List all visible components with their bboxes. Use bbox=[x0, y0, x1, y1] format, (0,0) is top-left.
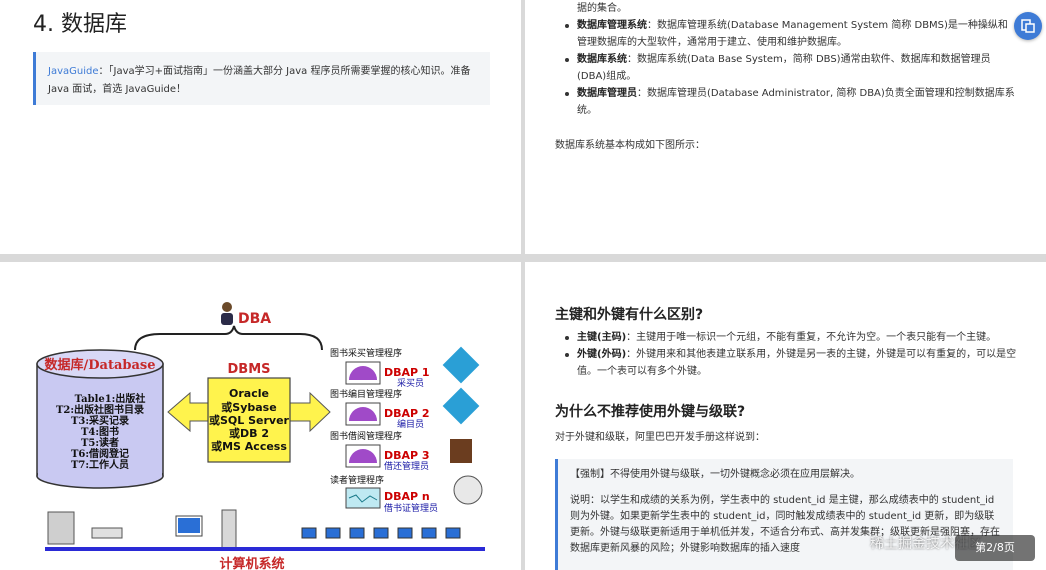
app-program: 图书借阅管理程序 bbox=[330, 430, 402, 442]
db-table: T4:图书 bbox=[81, 425, 119, 438]
librarian-icon bbox=[450, 439, 472, 463]
dbap-name: DBAP 3 bbox=[384, 449, 430, 462]
tower-pc-icon bbox=[221, 509, 237, 549]
db-table: T2:出版社图书目录 bbox=[56, 403, 144, 416]
doc-page-2: 据的集合。 数据库管理系统：数据库管理系统(Database Managemen… bbox=[525, 0, 1046, 254]
javaguide-link[interactable]: JavaGuide bbox=[48, 66, 99, 77]
dba-label: DBA bbox=[238, 311, 271, 327]
db-table: T3:采买记录 bbox=[71, 414, 129, 427]
dbms-label: DBMS bbox=[228, 362, 271, 377]
computer-system-label: 计算机系统 bbox=[219, 556, 284, 570]
document-convert-icon bbox=[1021, 19, 1035, 33]
user-at-desk-icon bbox=[442, 387, 480, 425]
db-table: T7:工作人员 bbox=[71, 458, 129, 471]
card-admin-icon bbox=[453, 475, 483, 505]
app-program: 读者管理程序 bbox=[330, 474, 384, 486]
dbap-name: DBAP n bbox=[384, 490, 430, 503]
quote-box: 【强制】不得使用外键与级联，一切外键概念必须在应用层解决。 说明：以学生和成绩的… bbox=[555, 459, 1013, 570]
server-icon bbox=[47, 511, 75, 545]
left-double-arrow bbox=[167, 391, 209, 433]
dbms-item: 或MS Access bbox=[211, 439, 287, 453]
dbap-role: 借还管理员 bbox=[384, 460, 429, 472]
dbms-item: Oracle bbox=[229, 387, 269, 400]
dbap-name: DBAP 2 bbox=[384, 407, 430, 420]
convert-button[interactable] bbox=[1014, 12, 1042, 40]
heading-why-no-foreign-key: 为什么不推荐使用外键与级联? bbox=[555, 404, 746, 420]
list-item: 主键(主码)：主键用于唯一标识一个元组，不能有重复，不允许为空。一个表只能有一个… bbox=[565, 329, 1017, 346]
intro-text: 对于外键和级联，阿里巴巴开发手册这样说到： bbox=[555, 432, 765, 443]
list-item: 数据库管理员：数据库管理员(Database Administrator, 简称… bbox=[565, 85, 1017, 119]
heading-primary-foreign-key: 主键和外键有什么区别? bbox=[555, 307, 704, 323]
db-table: T6:借阅登记 bbox=[71, 447, 129, 460]
figure-intro: 数据库系统基本构成如下图所示： bbox=[555, 140, 705, 151]
right-double-arrow bbox=[289, 391, 331, 433]
network-bus bbox=[45, 547, 485, 551]
workstation-icons bbox=[301, 527, 461, 539]
dbms-item: 或Sybase bbox=[221, 400, 276, 414]
dbap-role: 采买员 bbox=[397, 378, 424, 389]
doc-page-3: DBA 数据库/Database Table1:出版社 T2:出版社图书目录 T… bbox=[0, 262, 521, 570]
dbms-item: 或SQL Server bbox=[209, 413, 290, 427]
db-table: T5:读者 bbox=[81, 436, 119, 449]
dbap-role: 编目员 bbox=[397, 418, 424, 430]
database-system-diagram: DBA 数据库/Database Table1:出版社 T2:出版社图书目录 T… bbox=[36, 302, 485, 570]
printer-icon bbox=[91, 527, 123, 539]
list-item: 外键(外码)：外键用来和其他表建立联系用，外键是另一表的主键，外键是可以有重复的… bbox=[565, 346, 1017, 380]
dbms-item: 或DB 2 bbox=[229, 426, 269, 440]
dbap-name: DBAP 1 bbox=[384, 366, 430, 379]
section-title: 4. 数据库 bbox=[33, 12, 127, 37]
dba-person-icon bbox=[221, 302, 233, 325]
doc-page-1: 4. 数据库 JavaGuide：「Java学习+面试指南」一份涵盖大部分 Ja… bbox=[0, 0, 521, 254]
app-program: 图书采买管理程序 bbox=[330, 347, 402, 359]
dba-brace bbox=[134, 325, 323, 351]
db-table: Table1:出版社 bbox=[75, 392, 146, 405]
tip-box: JavaGuide：「Java学习+面试指南」一份涵盖大部分 Java 程序员所… bbox=[33, 52, 490, 105]
list-item: 数据库系统：数据库系统(Data Base System，简称 DBS)通常由软… bbox=[565, 51, 1017, 85]
user-at-desk-icon bbox=[442, 346, 480, 384]
app-program: 图书编目管理程序 bbox=[330, 388, 402, 400]
app-window-icon bbox=[345, 487, 381, 509]
page-indicator: 第2/8页 bbox=[955, 535, 1035, 561]
dbap-role: 借书证管理员 bbox=[384, 502, 438, 514]
doc-page-4: 主键和外键有什么区别? 主键(主码)：主键用于唯一标识一个元组，不能有重复，不允… bbox=[525, 262, 1046, 570]
top-fragment: 据的集合。 bbox=[577, 3, 627, 14]
list-item: 数据库管理系统：数据库管理系统(Database Management Syst… bbox=[565, 17, 1017, 51]
db-title: 数据库/Database bbox=[45, 357, 156, 373]
quote-rule: 【强制】不得使用外键与级联，一切外键概念必须在应用层解决。 bbox=[570, 469, 860, 480]
tip-text: ：「Java学习+面试指南」一份涵盖大部分 Java 程序员所需要掌握的核心知识… bbox=[48, 66, 471, 95]
